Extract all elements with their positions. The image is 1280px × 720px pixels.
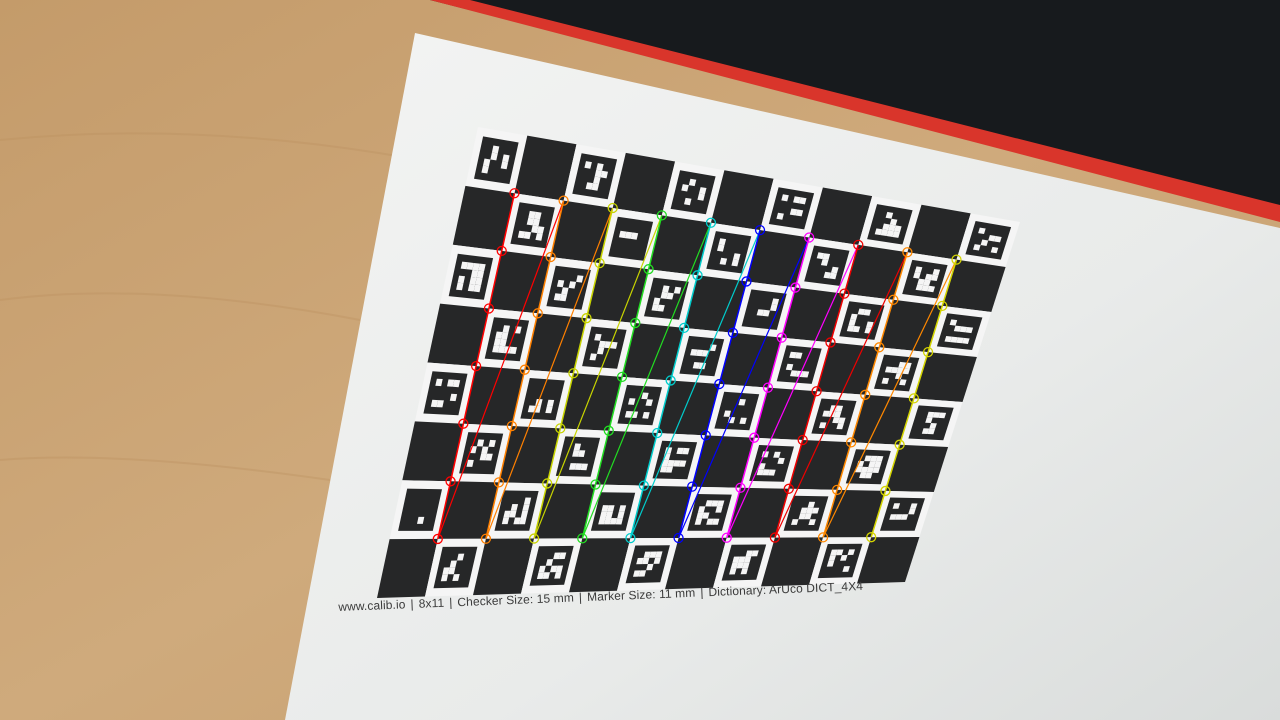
caption-separator: |	[700, 585, 704, 600]
caption-separator: |	[410, 596, 414, 612]
photo-scene	[0, 0, 1280, 720]
caption-grid: 8x11	[418, 595, 445, 611]
caption-separator: |	[448, 595, 453, 610]
caption-site: www.calib.io	[338, 597, 406, 614]
caption-separator: |	[578, 590, 583, 605]
